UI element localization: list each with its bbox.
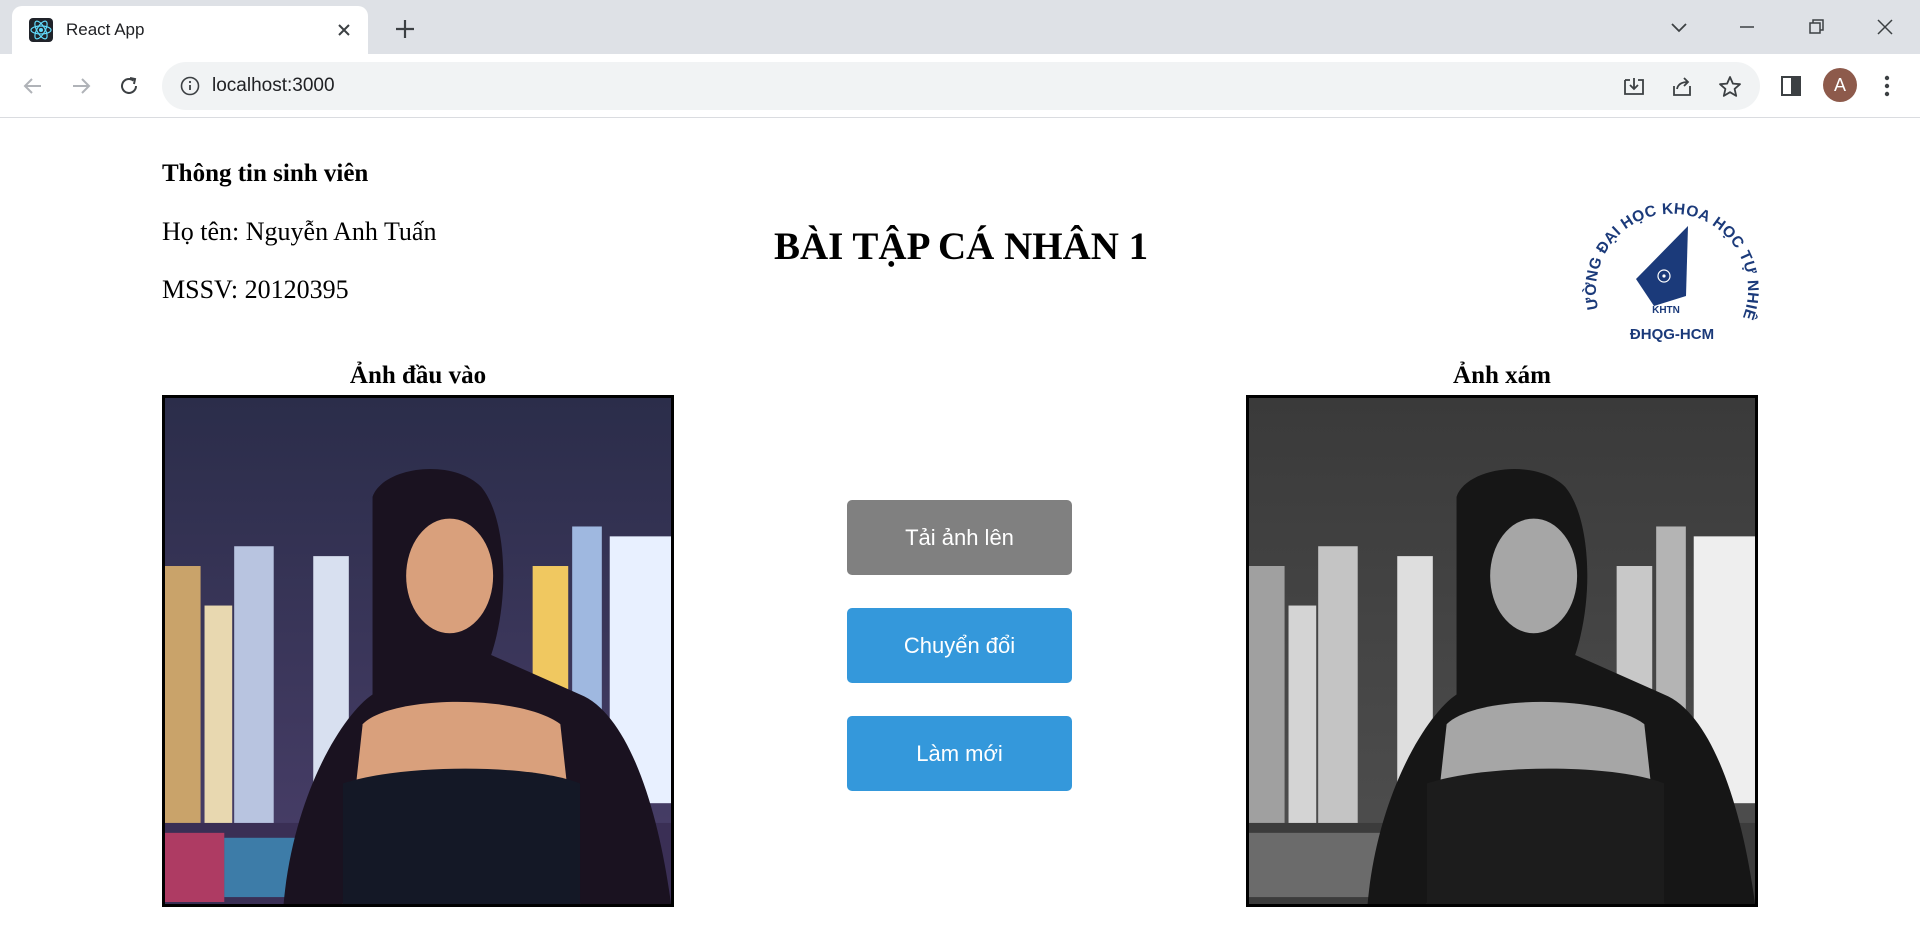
output-image-label: Ảnh xám	[1453, 362, 1551, 389]
profile-avatar[interactable]: A	[1823, 68, 1857, 102]
tab-title: React App	[66, 20, 145, 39]
page-title: BÀI TẬP CÁ NHÂN 1	[774, 225, 1149, 268]
browser-tab[interactable]: React App	[12, 6, 368, 54]
address-bar[interactable]: localhost:3000	[162, 62, 1760, 110]
input-image-label: Ảnh đầu vào	[349, 362, 487, 389]
browser-toolbar: localhost:3000 A	[0, 54, 1920, 118]
student-id: MSSV: 20120395	[162, 275, 349, 304]
logo-inner-text: KHTN	[1652, 305, 1680, 316]
browser-tab-strip: React App	[0, 0, 1920, 54]
grayscale-image	[1246, 395, 1758, 907]
info-icon[interactable]	[179, 75, 201, 97]
reload-icon[interactable]	[112, 69, 146, 103]
url-text[interactable]: localhost:3000	[212, 75, 335, 97]
side-panel-icon[interactable]	[1776, 71, 1806, 101]
restore-icon[interactable]	[1799, 10, 1833, 44]
close-icon[interactable]	[332, 18, 356, 42]
logo-bottom-text: ĐHQG-HCM	[1630, 326, 1714, 343]
share-icon[interactable]	[1669, 74, 1695, 100]
university-logo: TRƯỜNG ĐẠI HỌC KHOA HỌC TỰ NHIÊN KHTN ĐH…	[1568, 151, 1770, 354]
convert-button[interactable]: Chuyển đổi	[847, 608, 1072, 683]
reset-button[interactable]: Làm mới	[847, 716, 1072, 791]
app-page: Thông tin sinh viên Họ tên: Nguyễn Anh T…	[0, 119, 1920, 937]
forward-arrow-icon[interactable]	[64, 69, 98, 103]
install-icon[interactable]	[1621, 74, 1647, 100]
back-arrow-icon[interactable]	[16, 69, 50, 103]
minimize-icon[interactable]	[1730, 10, 1764, 44]
chevron-down-icon[interactable]	[1662, 10, 1696, 44]
more-vert-icon[interactable]	[1872, 71, 1902, 101]
input-image	[162, 395, 674, 907]
upload-image-button[interactable]: Tải ảnh lên	[847, 500, 1072, 575]
react-favicon-icon	[29, 18, 53, 42]
close-window-icon[interactable]	[1868, 10, 1902, 44]
student-info-heading: Thông tin sinh viên	[162, 160, 369, 187]
star-icon[interactable]	[1717, 74, 1743, 100]
student-name: Họ tên: Nguyễn Anh Tuấn	[162, 217, 437, 246]
plus-icon[interactable]	[390, 14, 420, 44]
